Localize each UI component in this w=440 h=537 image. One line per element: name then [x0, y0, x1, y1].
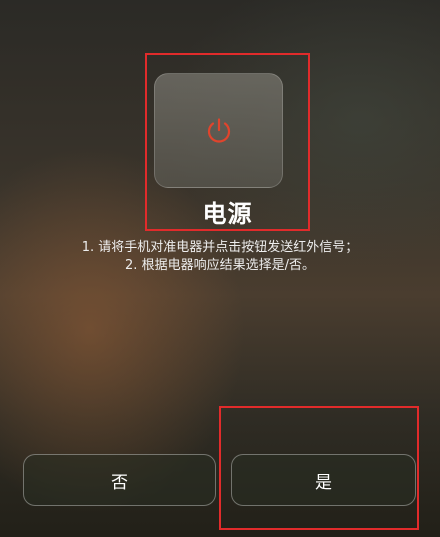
no-button[interactable]: 否 [23, 454, 216, 506]
power-icon [207, 117, 230, 143]
instruction-line-1: 1. 请将手机对准电器并点击按钮发送红外信号； [81, 240, 359, 255]
power-label: 电源 [202, 200, 253, 228]
instructions: 1. 请将手机对准电器并点击按钮发送红外信号； 2. 根据电器响应结果选择是/否… [0, 239, 440, 275]
yes-button[interactable]: 是 [231, 454, 416, 506]
instruction-line-2: 2. 根据电器响应结果选择是/否。 [125, 258, 315, 273]
power-button[interactable] [154, 73, 283, 188]
